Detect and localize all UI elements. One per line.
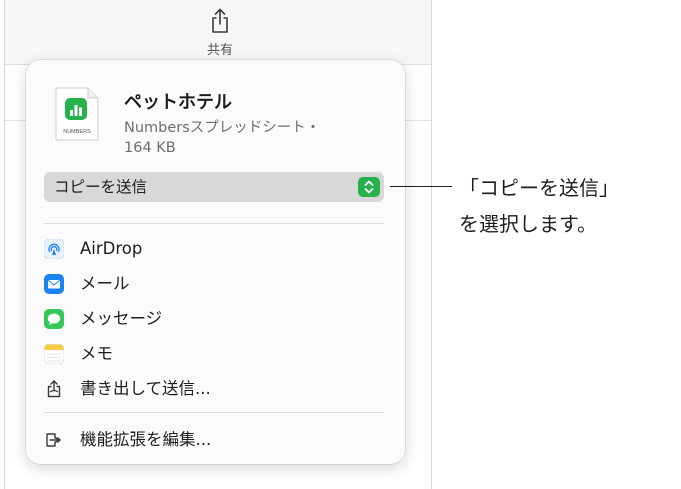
- send-option-select[interactable]: コピーを送信: [44, 172, 384, 202]
- callout-text: 「コピーを送信」 を選択します。: [459, 170, 619, 242]
- numbers-file-icon: NUMBERS: [55, 87, 99, 141]
- file-size: 164 KB: [124, 140, 176, 156]
- menu-item-notes[interactable]: メモ: [44, 340, 384, 368]
- menu-item-label: 書き出して送信...: [80, 379, 211, 398]
- send-option-value: コピーを送信: [54, 178, 148, 196]
- menu-item-export-send[interactable]: 書き出して送信...: [44, 375, 384, 403]
- menu-item-label: メール: [80, 274, 130, 293]
- divider: [44, 412, 384, 413]
- share-icon: [212, 8, 228, 33]
- mail-icon: [44, 274, 64, 294]
- messages-icon: [44, 309, 64, 329]
- menu-item-label: メモ: [80, 344, 113, 363]
- menu-item-airdrop[interactable]: AirDrop: [44, 235, 384, 263]
- stepper-chevrons-icon: [358, 177, 380, 197]
- extensions-icon: [46, 433, 61, 447]
- share-toolbar-label: 共有: [206, 43, 233, 58]
- airdrop-icon: [44, 239, 64, 259]
- share-popover: NUMBERS ペットホテル Numbersスプレッドシート・ 164 KB コ…: [26, 60, 405, 464]
- file-type: Numbersスプレッドシート・: [124, 120, 321, 136]
- menu-item-label: メッセージ: [80, 309, 163, 328]
- callout-line-2: を選択します。: [459, 212, 597, 236]
- export-share-icon: [47, 380, 61, 398]
- file-icon-caption: NUMBERS: [63, 129, 91, 135]
- menu-item-edit-extensions[interactable]: 機能拡張を編集...: [44, 426, 384, 454]
- file-title: ペットホテル: [124, 92, 232, 113]
- menu-item-messages[interactable]: メッセージ: [44, 305, 384, 333]
- callout-leader-line: [390, 186, 452, 187]
- menu-item-mail[interactable]: メール: [44, 270, 384, 298]
- menu-item-label: AirDrop: [80, 239, 143, 258]
- callout-line-1: 「コピーを送信」: [459, 176, 619, 200]
- share-toolbar-button[interactable]: [208, 6, 232, 36]
- notes-icon: [44, 344, 64, 364]
- divider: [44, 223, 384, 224]
- file-subtitle: Numbersスプレッドシート・ 164 KB: [124, 118, 384, 158]
- menu-item-label: 機能拡張を編集...: [80, 430, 212, 449]
